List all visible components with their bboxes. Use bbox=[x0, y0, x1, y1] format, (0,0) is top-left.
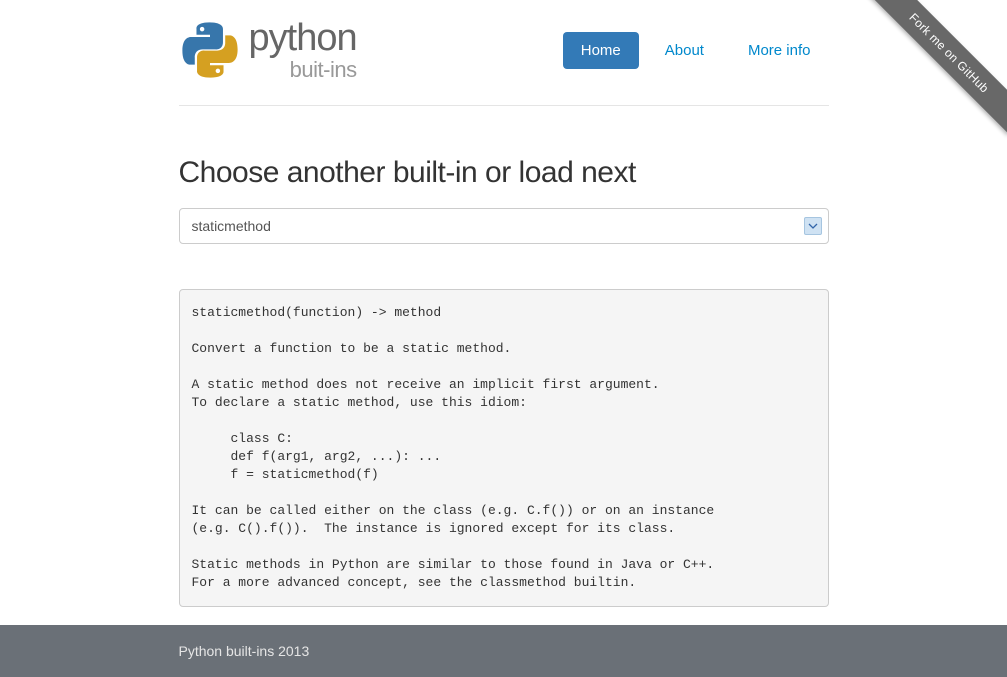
logo-sub-text: buit-ins bbox=[249, 59, 357, 81]
python-logo-icon bbox=[179, 15, 241, 85]
footer-text: Python built-ins 2013 bbox=[179, 643, 310, 659]
builtin-select-button[interactable] bbox=[804, 217, 822, 235]
logo-main-text: python bbox=[249, 19, 357, 57]
header: python buit-ins Home About More info bbox=[179, 0, 829, 106]
github-ribbon-link[interactable]: Fork me on GitHub bbox=[868, 0, 1007, 134]
page-title: Choose another built-in or load next bbox=[179, 156, 829, 190]
github-ribbon: Fork me on GitHub bbox=[857, 0, 1007, 150]
nav-more-info[interactable]: More info bbox=[730, 32, 829, 69]
builtin-select-value: staticmethod bbox=[192, 218, 804, 234]
nav-home[interactable]: Home bbox=[563, 32, 639, 69]
builtin-select[interactable]: staticmethod bbox=[179, 208, 829, 244]
doc-output: staticmethod(function) -> method Convert… bbox=[179, 289, 829, 607]
footer: Python built-ins 2013 bbox=[0, 625, 1007, 677]
content: Choose another built-in or load next sta… bbox=[179, 106, 829, 607]
logo[interactable]: python buit-ins bbox=[179, 15, 357, 85]
chevron-down-icon bbox=[808, 223, 818, 229]
nav-about[interactable]: About bbox=[647, 32, 722, 69]
nav: Home About More info bbox=[563, 32, 829, 69]
